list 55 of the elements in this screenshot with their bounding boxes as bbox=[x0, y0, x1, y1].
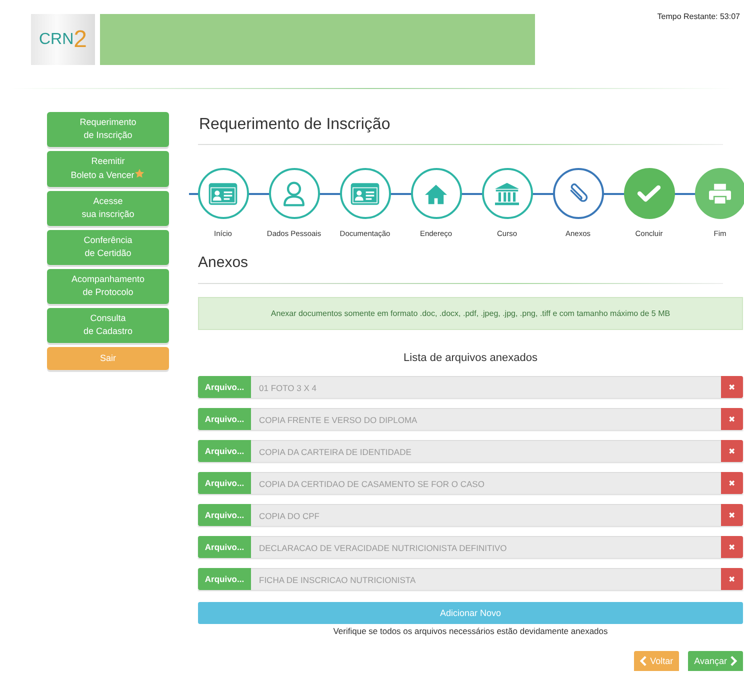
format-notice: Anexar documentos somente em formato .doc, .docx, .pdf, .jpeg, .jpg, .png, .tiff e com tamanho máximo de 5 MB bbox=[198, 297, 743, 330]
check-icon bbox=[637, 184, 661, 203]
sidebar-button[interactable]: Requerimento de Inscrição bbox=[47, 112, 169, 147]
logo: CRN2 bbox=[31, 14, 95, 65]
remove-button[interactable]: ✖ bbox=[721, 536, 743, 558]
sidebar-button[interactable]: Acesse sua inscrição bbox=[47, 191, 169, 226]
file-name-field[interactable]: FICHA DE INSCRICAO NUTRICIONISTA bbox=[251, 568, 721, 590]
section-title: Anexos bbox=[198, 254, 250, 271]
file-name-field[interactable]: DECLARACAO DE VERACIDADE NUTRICIONISTA DEFINITIVO bbox=[251, 536, 721, 558]
remove-button[interactable]: ✖ bbox=[721, 440, 743, 462]
file-name-field[interactable]: COPIA DA CERTIDAO DE CASAMENTO SE FOR O CASO bbox=[251, 472, 721, 494]
bank-building-icon bbox=[494, 182, 520, 206]
sidebar-button[interactable]: Reemitir Boleto a Vencer bbox=[47, 151, 169, 187]
file-browse-button[interactable]: Arquivo... bbox=[198, 536, 251, 558]
sidebar-button[interactable]: Sair bbox=[47, 347, 169, 370]
remove-button[interactable]: ✖ bbox=[721, 472, 743, 494]
step-circle[interactable] bbox=[552, 168, 604, 219]
file-browse-button[interactable]: Arquivo... bbox=[198, 568, 251, 590]
step-circle[interactable] bbox=[410, 168, 462, 219]
file-name-field[interactable]: COPIA DA CARTEIRA DE IDENTIDADE bbox=[251, 440, 721, 462]
step-circle[interactable] bbox=[340, 168, 390, 219]
attachment-hint: Verifique se todos os arquivos necessários estão devidamente anexados bbox=[332, 626, 609, 636]
step-circle[interactable] bbox=[694, 168, 744, 219]
sidebar-button[interactable]: Conferência de Certidão bbox=[47, 230, 169, 265]
file-browse-button[interactable]: Arquivo... bbox=[198, 472, 251, 494]
add-file-button[interactable]: Adicionar Novo bbox=[198, 602, 743, 624]
step-circle[interactable] bbox=[624, 168, 674, 219]
remove-button[interactable]: ✖ bbox=[721, 408, 743, 430]
back-button[interactable]: Voltar bbox=[634, 651, 680, 671]
step-circle[interactable] bbox=[268, 168, 320, 219]
file-browse-button[interactable]: Arquivo... bbox=[198, 376, 251, 398]
file-browse-button[interactable]: Arquivo... bbox=[198, 408, 251, 430]
file-name-field[interactable]: 01 FOTO 3 X 4 bbox=[251, 376, 721, 398]
page-title: Requerimento de Inscrição bbox=[199, 116, 392, 134]
chevron-left-icon bbox=[640, 656, 648, 666]
sidebar-button[interactable]: Acompanhamento de Protocolo bbox=[47, 269, 169, 304]
time-remaining: Tempo Restante: 53:07 bbox=[657, 12, 740, 21]
file-name-field[interactable]: COPIA FRENTE E VERSO DO DIPLOMA bbox=[251, 408, 721, 430]
id-card-icon bbox=[208, 182, 238, 206]
step-circle[interactable] bbox=[198, 168, 248, 219]
person-icon bbox=[282, 180, 306, 206]
file-name-field[interactable]: COPIA DO CPF bbox=[251, 504, 721, 526]
remove-button[interactable]: ✖ bbox=[721, 568, 743, 590]
remove-button[interactable]: ✖ bbox=[721, 504, 743, 526]
id-card-icon bbox=[350, 182, 380, 206]
next-button[interactable]: Avançar bbox=[688, 651, 743, 671]
file-browse-button[interactable]: Arquivo... bbox=[198, 504, 251, 526]
house-icon bbox=[424, 182, 448, 204]
sidebar-button[interactable]: Consulta de Cadastro bbox=[47, 308, 169, 343]
list-title: Lista de arquivos anexados bbox=[402, 352, 538, 364]
file-browse-button[interactable]: Arquivo... bbox=[198, 440, 251, 462]
printer-icon bbox=[708, 182, 732, 204]
remove-button[interactable]: ✖ bbox=[721, 376, 743, 398]
step-circle[interactable] bbox=[482, 168, 532, 219]
chevron-right-icon bbox=[730, 656, 737, 666]
